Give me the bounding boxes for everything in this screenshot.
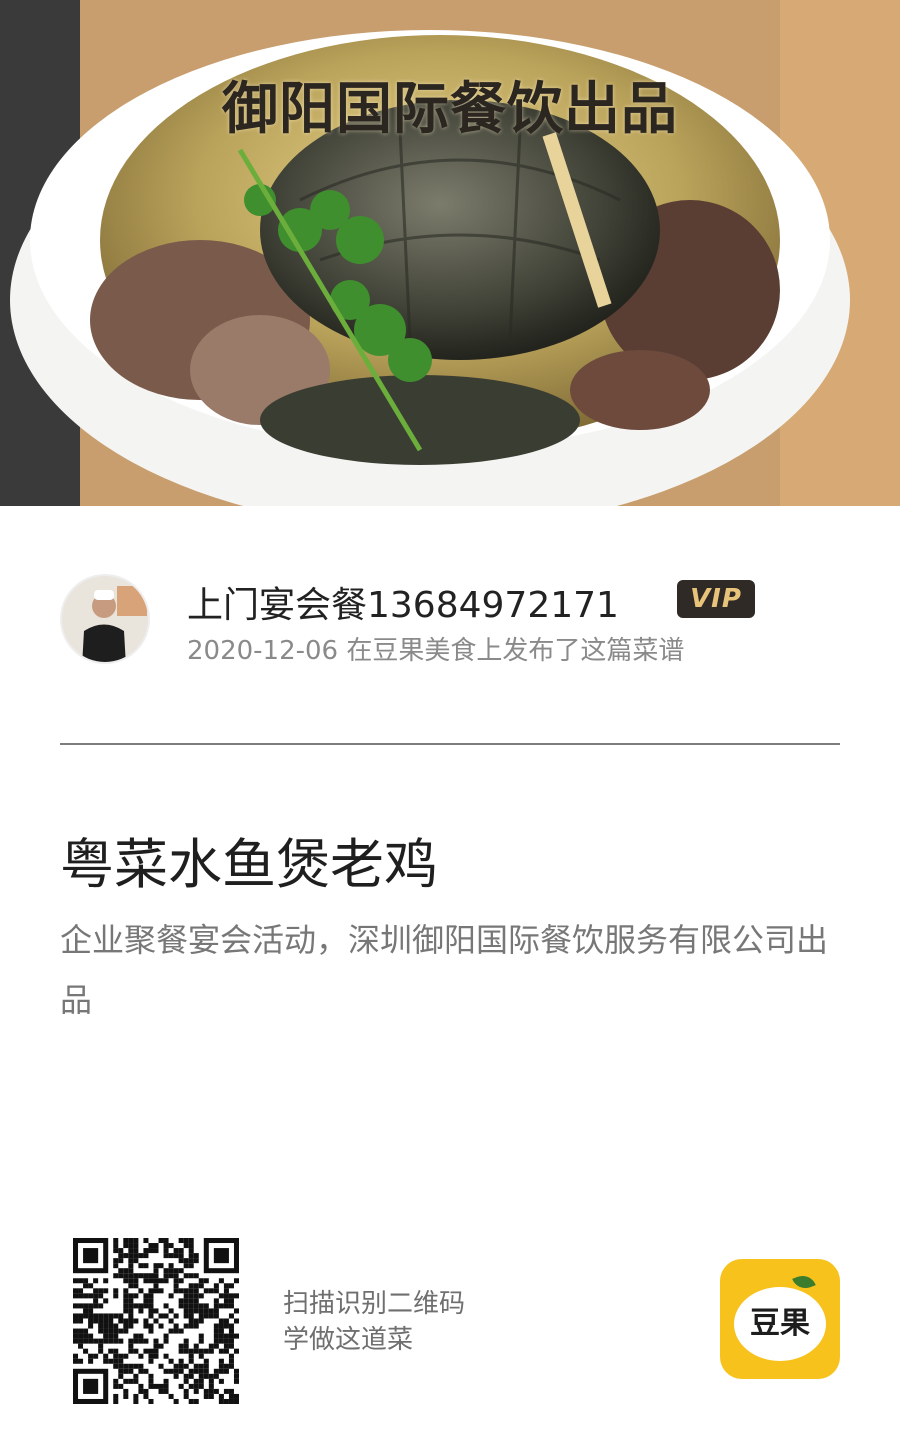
divider <box>60 743 840 745</box>
dish-photo: 御阳国际餐饮出品 <box>0 0 900 506</box>
scan-hint-line2: 学做这道菜 <box>283 1325 414 1355</box>
author-name[interactable]: 上门宴会餐13684972171 <box>187 576 619 628</box>
author-avatar[interactable] <box>60 574 150 664</box>
recipe-description: 企业聚餐宴会活动，深圳御阳国际餐饮服务有限公司出品 <box>60 921 829 1019</box>
photo-watermark: 御阳国际餐饮出品 <box>222 77 678 142</box>
scan-hint: 扫描识别二维码 学做这道菜 <box>283 1286 465 1358</box>
scan-hint-line1: 扫描识别二维码 <box>283 1289 466 1319</box>
qr-code-image <box>73 1238 239 1404</box>
publish-info: 2020-12-06 在豆果美食上发布了这篇菜谱 <box>187 630 684 667</box>
chef-avatar-image <box>62 576 148 662</box>
douguo-app-icon[interactable]: 豆果 <box>720 1259 840 1379</box>
recipe-title: 粤菜水鱼煲老鸡 <box>60 833 438 896</box>
qr-code[interactable] <box>73 1238 239 1404</box>
vip-badge: VIP <box>677 580 755 618</box>
publish-text: 在豆果美食上发布了这篇菜谱 <box>346 636 685 666</box>
author-info: 上门宴会餐13684972171 VIP 2020-12-06 在豆果美食上发布… <box>60 574 840 667</box>
publish-date: 2020-12-06 <box>187 636 339 666</box>
app-name: 豆果 <box>734 1287 826 1361</box>
